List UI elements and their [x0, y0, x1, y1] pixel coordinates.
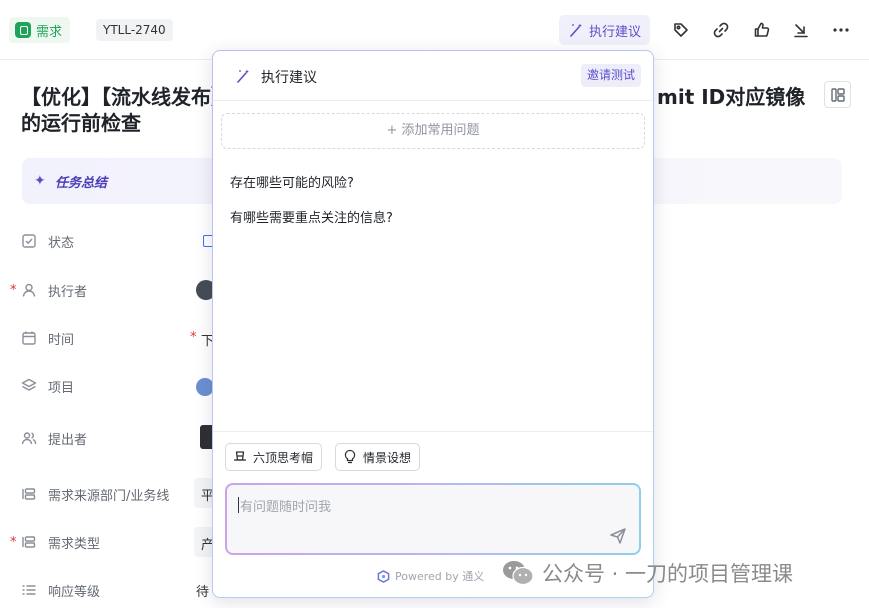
- field-label: 提出者: [48, 432, 88, 448]
- exec-suggestion-popup: 执行建议 邀请测试 + 添加常用问题 存在哪些可能的风险? 有哪些需要重点关注的…: [212, 50, 654, 598]
- sparkle-icon: ✦: [34, 173, 46, 189]
- field-status: 状态: [10, 229, 74, 253]
- field-reporter: 提出者: [10, 426, 87, 450]
- field-label: 需求类型: [48, 536, 101, 552]
- powered-by-label: Powered by 通义: [395, 570, 485, 583]
- required-mark: *: [190, 330, 197, 345]
- thumbs-up-icon[interactable]: [751, 19, 773, 41]
- field-req-type: * 需求类型: [10, 530, 100, 554]
- six-hats-button[interactable]: 六顶思考帽: [225, 443, 323, 471]
- field-project: 项目: [10, 374, 74, 398]
- field-source-dept: 需求来源部门/业务线: [10, 482, 169, 506]
- field-label: 执行者: [48, 284, 88, 300]
- title-line1: 【优化】【流水线发布】: [21, 85, 231, 109]
- field-response-level: 响应等级: [10, 578, 100, 602]
- more-icon[interactable]: [830, 19, 852, 41]
- exec-suggestion-button[interactable]: 执行建议: [559, 15, 651, 45]
- six-hats-label: 六顶思考帽: [253, 450, 314, 465]
- required-mark: *: [10, 282, 17, 298]
- requirement-icon: [15, 22, 31, 38]
- field-label: 状态: [48, 235, 75, 251]
- users-icon: [20, 429, 38, 447]
- question-input-placeholder: 有问题随时问我: [240, 500, 332, 515]
- list-field-icon: [20, 485, 38, 503]
- exec-suggestion-label: 执行建议: [589, 24, 642, 40]
- tag-icon[interactable]: [670, 19, 692, 41]
- field-label: 时间: [48, 332, 75, 348]
- response-level-value[interactable]: 待: [196, 581, 209, 600]
- suggested-question[interactable]: 存在哪些可能的风险?: [230, 172, 354, 191]
- magic-wand-icon: [237, 69, 249, 83]
- issue-type-label: 需求: [36, 24, 63, 40]
- checkbox-icon: [20, 232, 38, 250]
- field-time: 时间: [10, 326, 74, 350]
- lightbulb-icon: [344, 449, 356, 464]
- layout-toggle-button[interactable]: [824, 81, 851, 108]
- invite-test-button[interactable]: 邀请测试: [580, 64, 641, 87]
- send-icon[interactable]: [609, 527, 627, 545]
- field-label: 需求来源部门/业务线: [48, 488, 170, 504]
- list-field-icon: [20, 533, 38, 551]
- magic-wand-icon: [570, 23, 582, 37]
- powered-by: Powered by 通义: [377, 568, 484, 584]
- required-mark: *: [10, 534, 17, 550]
- suggested-question[interactable]: 有哪些需要重点关注的信息?: [230, 207, 393, 226]
- scenario-button[interactable]: 情景设想: [335, 443, 421, 471]
- link-icon[interactable]: [710, 19, 732, 41]
- calendar-icon: [20, 329, 38, 347]
- add-common-question-button[interactable]: + 添加常用问题: [221, 113, 645, 149]
- tongyi-logo-icon: [377, 569, 390, 583]
- text-cursor: [238, 497, 239, 513]
- scenario-label: 情景设想: [363, 450, 412, 465]
- hat-icon: [234, 451, 246, 461]
- issue-id[interactable]: YTLL-2740: [96, 19, 173, 41]
- watermark-label: 公众号 · 一刀的项目管理课: [542, 562, 794, 586]
- popup-header: 执行建议 邀请测试: [213, 51, 653, 101]
- watermark: 公众号 · 一刀的项目管理课: [502, 558, 793, 588]
- issue-type-chip[interactable]: 需求: [9, 17, 71, 43]
- field-label: 响应等级: [48, 584, 101, 600]
- layers-icon: [20, 377, 38, 395]
- user-icon: [20, 281, 38, 299]
- field-label: 项目: [48, 380, 75, 396]
- download-arrow-icon[interactable]: [790, 19, 812, 41]
- question-input[interactable]: 有问题随时问我: [225, 483, 641, 555]
- divider: [213, 431, 653, 432]
- popup-title: 执行建议: [261, 70, 317, 86]
- title-line1-end: mit ID对应镜像: [657, 85, 806, 109]
- layout-icon: [830, 87, 845, 102]
- task-summary-label: 任务总结: [55, 176, 108, 191]
- wechat-icon: [503, 561, 534, 586]
- list-icon: [20, 581, 38, 599]
- field-assignee: * 执行者: [10, 278, 87, 302]
